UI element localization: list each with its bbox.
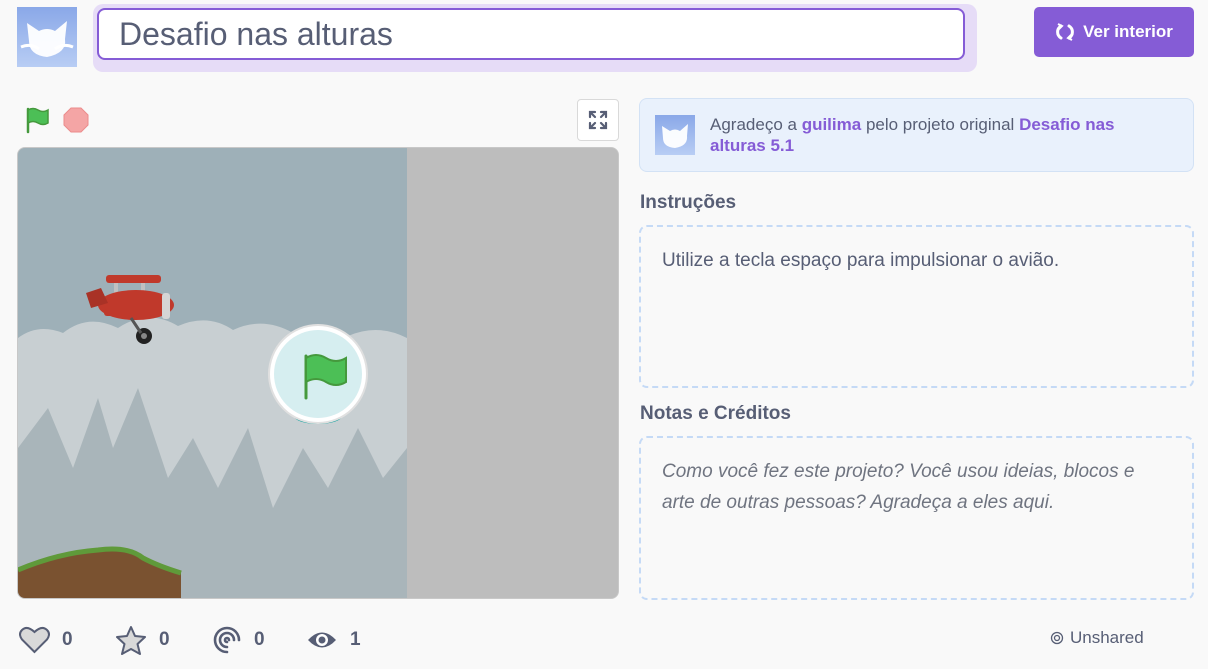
favorite-count: 0 — [159, 629, 170, 650]
view-count: 1 — [350, 629, 361, 650]
project-title-input[interactable] — [97, 8, 965, 60]
stage-canvas — [18, 148, 618, 598]
cat-avatar-icon — [655, 115, 695, 155]
share-status: Unshared — [1050, 628, 1144, 648]
notes-field[interactable]: Como você fez este projeto? Você usou id… — [639, 436, 1194, 600]
project-title-container — [93, 4, 977, 72]
love-stat[interactable]: 0 — [19, 624, 73, 656]
cat-avatar-icon — [17, 7, 77, 67]
see-inside-label: Ver interior — [1083, 22, 1173, 41]
notes-placeholder: Como você fez este projeto? Você usou id… — [662, 461, 1135, 513]
project-stage[interactable] — [17, 147, 619, 599]
remix-count: 0 — [254, 629, 265, 650]
remix-middle: pelo projeto original — [865, 115, 1015, 134]
fullscreen-button[interactable] — [577, 99, 619, 141]
green-flag-button[interactable] — [23, 106, 51, 134]
instructions-label: Instruções — [640, 192, 737, 213]
instructions-text: Utilize a tecla espaço para impulsionar … — [662, 250, 1060, 271]
green-flag-icon — [26, 107, 49, 134]
see-inside-button[interactable]: Ver interior — [1034, 7, 1194, 57]
remix-icon — [213, 626, 241, 654]
heart-icon — [19, 626, 50, 654]
original-author-avatar[interactable] — [655, 115, 695, 155]
fullscreen-icon — [588, 110, 608, 130]
remix-credit: Agradeço a guilima pelo projeto original… — [639, 98, 1194, 172]
love-count: 0 — [62, 629, 73, 650]
view-stat: 1 — [306, 624, 361, 656]
star-icon — [116, 626, 146, 655]
remix-prefix: Agradeço a — [710, 115, 797, 134]
user-avatar[interactable] — [17, 7, 77, 67]
notes-label: Notas e Créditos — [640, 403, 791, 424]
remix-stat: 0 — [212, 624, 265, 656]
eye-icon — [308, 632, 336, 648]
stop-icon — [63, 107, 89, 133]
start-overlay — [268, 324, 368, 424]
favorite-stat[interactable]: 0 — [115, 624, 170, 656]
share-status-label: Unshared — [1070, 628, 1144, 647]
unshared-icon — [1050, 631, 1064, 645]
original-author-link[interactable]: guilima — [802, 115, 862, 134]
stop-button[interactable] — [62, 106, 90, 134]
see-inside-icon — [1056, 23, 1074, 41]
instructions-field[interactable]: Utilize a tecla espaço para impulsionar … — [639, 225, 1194, 388]
remix-credit-text: Agradeço a guilima pelo projeto original… — [710, 114, 1170, 156]
